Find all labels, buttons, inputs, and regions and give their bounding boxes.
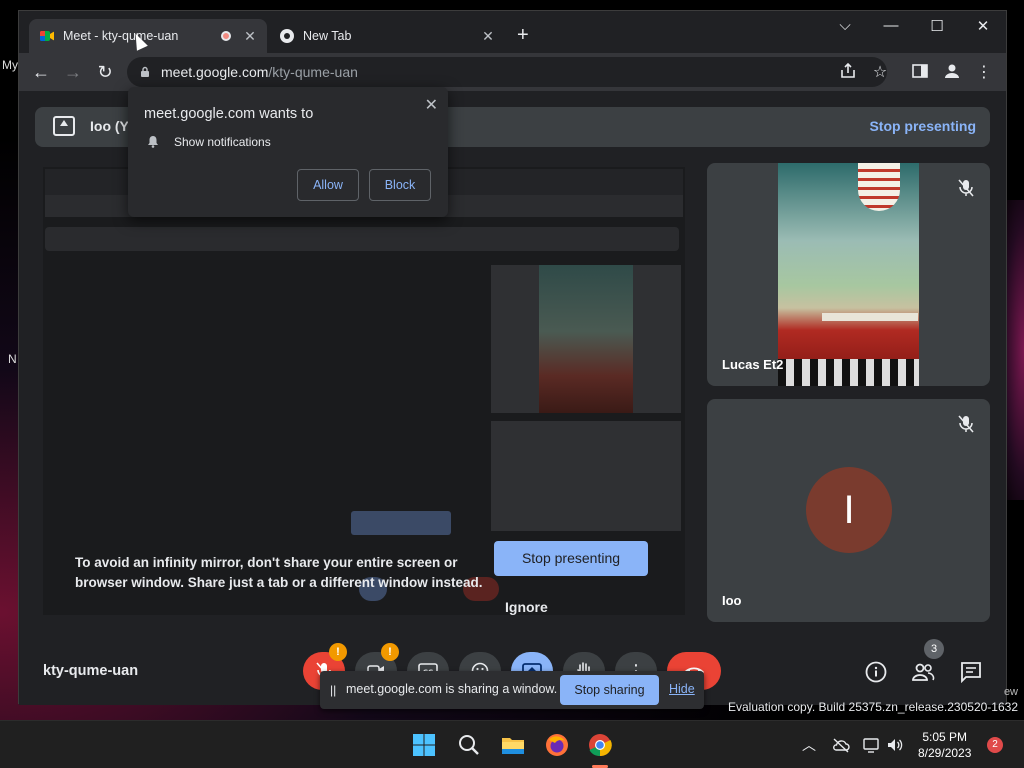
evaluation-watermark: Evaluation copy. Build 25375.zn_release.… xyxy=(728,700,1018,714)
volume-icon[interactable] xyxy=(886,736,904,754)
hide-link[interactable]: Hide xyxy=(669,682,695,696)
drag-handle-icon[interactable]: || xyxy=(330,683,336,697)
tab-new-tab[interactable]: New Tab ✕ xyxy=(269,19,505,53)
participant-tile[interactable]: Lucas Et2 xyxy=(707,163,990,386)
reload-icon[interactable]: ↻ xyxy=(93,61,117,83)
address-bar[interactable]: meet.google.com/kty-qume-uan xyxy=(127,57,887,87)
desktop-icon-label[interactable]: My xyxy=(2,58,18,72)
desktop-icon-label[interactable]: N xyxy=(8,352,17,366)
url-path: /kty-qume-uan xyxy=(268,64,358,80)
taskbar: ︿ 5:05 PM 8/29/2023 2 xyxy=(0,720,1024,768)
sharing-message: meet.google.com is sharing a window. xyxy=(346,682,558,696)
url-host: meet.google.com xyxy=(161,64,269,80)
system-clock[interactable]: 5:05 PM 8/29/2023 xyxy=(918,729,971,761)
tab-meet[interactable]: Meet - kty-qume-uan ✕ xyxy=(29,19,267,53)
notification-permission-popup: meet.google.com wants to ✕ Show notifica… xyxy=(128,87,448,217)
block-button[interactable]: Block xyxy=(369,169,431,201)
tab-title: New Tab xyxy=(303,29,352,43)
mic-muted-icon xyxy=(958,415,974,433)
chevron-up-icon[interactable]: ︿ xyxy=(802,735,816,755)
search-icon[interactable] xyxy=(455,731,483,759)
firefox-icon[interactable] xyxy=(543,731,571,759)
meeting-info-icon[interactable] xyxy=(864,661,888,683)
chrome-window: Meet - kty-qume-uan ✕ New Tab ✕ + ⌵ — ☐ … xyxy=(18,10,1007,705)
desktop-watermark-partial: ew xyxy=(1003,686,1018,698)
network-icon[interactable] xyxy=(862,736,880,754)
mic-muted-icon xyxy=(958,179,974,197)
people-icon[interactable] xyxy=(911,661,935,683)
maximize-button[interactable]: ☐ xyxy=(925,17,949,35)
new-tab-button[interactable]: + xyxy=(517,25,529,45)
profile-icon[interactable] xyxy=(941,62,963,80)
lock-icon[interactable] xyxy=(139,66,151,78)
google-meet-icon xyxy=(40,31,54,41)
popup-title: meet.google.com wants to xyxy=(144,106,314,122)
bell-icon xyxy=(148,136,158,148)
mirror-scene xyxy=(539,265,633,413)
stop-sharing-button[interactable]: Stop sharing xyxy=(560,675,659,705)
back-arrow-icon[interactable]: ← xyxy=(29,61,53,83)
bookmark-star-icon[interactable]: ☆ xyxy=(869,62,891,82)
recording-indicator-icon xyxy=(221,31,231,41)
avatar: I xyxy=(806,467,892,553)
allow-button[interactable]: Allow xyxy=(297,169,359,201)
cloud-sync-off-icon[interactable] xyxy=(832,737,850,753)
browser-toolbar: ← → ↻ meet.google.com/kty-qume-uan ☆ ⋮ xyxy=(19,53,1006,91)
close-window-button[interactable]: ✕ xyxy=(971,17,995,35)
mirror-button xyxy=(351,511,451,535)
floor xyxy=(778,359,919,386)
participant-name: Ioo xyxy=(722,593,742,608)
alert-badge: ! xyxy=(329,643,347,661)
stop-presenting-button[interactable]: Stop presenting xyxy=(494,541,648,576)
lamp xyxy=(858,163,900,211)
clock-time: 5:05 PM xyxy=(922,730,968,744)
notification-center-badge[interactable]: 2 xyxy=(987,737,1003,753)
participant-video xyxy=(778,163,919,386)
participant-name: Lucas Et2 xyxy=(722,357,784,372)
participant-tile[interactable]: I Ioo xyxy=(707,399,990,622)
table xyxy=(822,313,918,321)
share-icon[interactable] xyxy=(837,62,859,80)
file-explorer-icon[interactable] xyxy=(499,731,527,759)
forward-arrow-icon[interactable]: → xyxy=(61,61,85,83)
tab-bar: Meet - kty-qume-uan ✕ New Tab ✕ + ⌵ — ☐ … xyxy=(19,11,1006,53)
infinity-mirror-warning: To avoid an infinity mirror, don't share… xyxy=(75,555,483,590)
participant-count-badge: 3 xyxy=(924,639,944,659)
tab-search-icon[interactable]: ⌵ xyxy=(833,17,857,34)
mirror-tile xyxy=(491,421,681,531)
chat-icon[interactable] xyxy=(959,661,983,683)
kebab-menu-icon[interactable]: ⋮ xyxy=(973,62,995,82)
meeting-code: kty-qume-uan xyxy=(43,663,139,679)
permission-item: Show notifications xyxy=(174,135,271,149)
chrome-icon[interactable] xyxy=(586,731,614,759)
close-tab-icon[interactable]: ✕ xyxy=(481,28,495,45)
ignore-button[interactable]: Ignore xyxy=(505,599,548,615)
minimize-button[interactable]: — xyxy=(879,17,903,34)
side-panel-icon[interactable] xyxy=(909,62,931,80)
present-screen-icon xyxy=(53,116,75,136)
banner-stop-presenting-button[interactable]: Stop presenting xyxy=(869,118,976,134)
clock-date: 8/29/2023 xyxy=(918,746,972,760)
mirror-banner xyxy=(45,227,679,251)
chrome-icon xyxy=(280,29,294,43)
sharing-bar: || meet.google.com is sharing a window. … xyxy=(320,671,704,709)
close-icon[interactable]: ✕ xyxy=(425,95,438,115)
windows-start-icon[interactable] xyxy=(410,731,438,759)
close-tab-icon[interactable]: ✕ xyxy=(243,28,257,45)
alert-badge: ! xyxy=(381,643,399,661)
